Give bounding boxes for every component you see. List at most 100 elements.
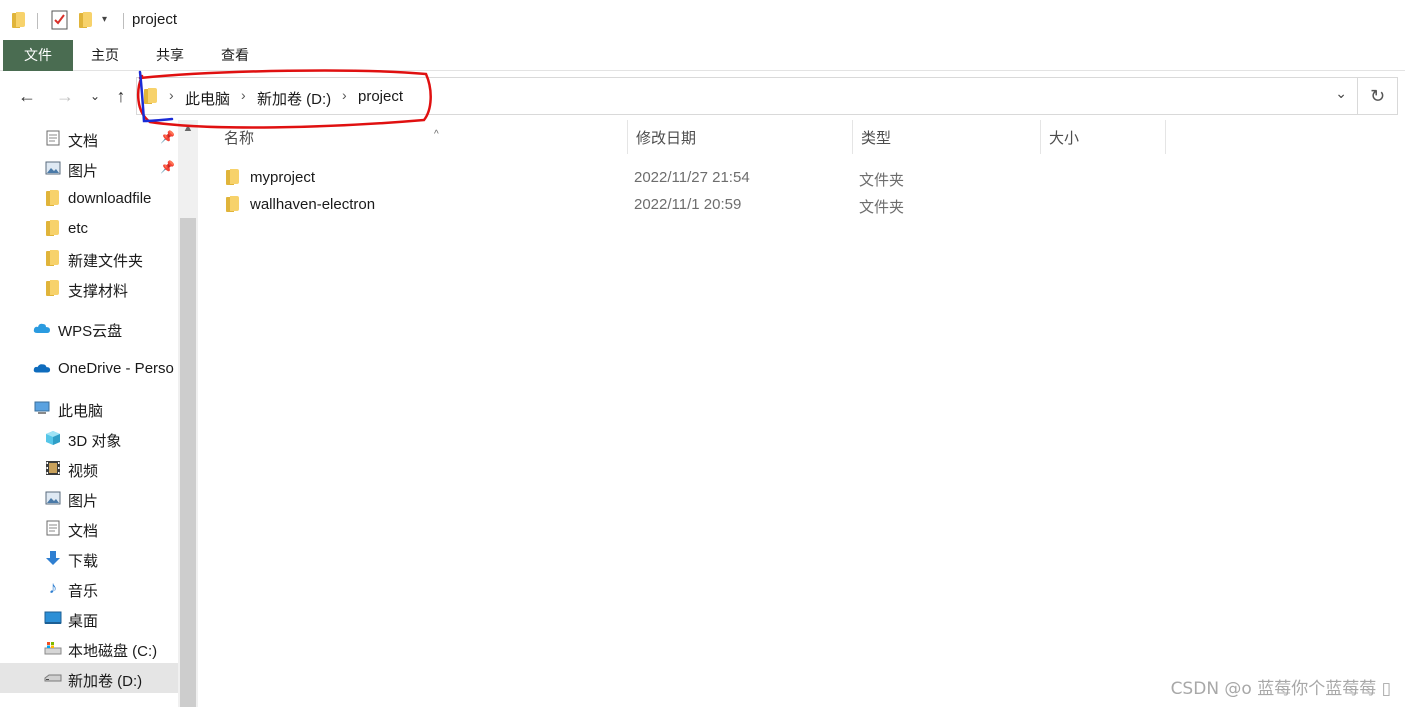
properties-checklist-icon[interactable]	[51, 10, 69, 33]
address-history-chevron-icon[interactable]: ⌄	[1335, 85, 1347, 102]
forward-arrow-icon[interactable]: →	[54, 86, 76, 106]
scroll-up-arrow-icon[interactable]: ▲	[178, 122, 198, 134]
sidebar-item-label: 新加卷 (D:)	[68, 673, 143, 690]
ribbon-tabs: 文件 主页 共享 查看	[0, 40, 1405, 71]
recent-locations-chevron-icon[interactable]: ⌄	[84, 86, 106, 106]
sidebar-item-pictures-pinned[interactable]: 图片 📌	[0, 153, 178, 183]
chevron-right-icon[interactable]: ›	[241, 87, 246, 103]
file-list-pane: 名称 ^ 修改日期 类型 大小 myproject 2022/11/27 21:…	[198, 120, 1405, 707]
column-label: 类型	[861, 130, 892, 147]
videos-icon	[44, 459, 62, 477]
sidebar-item-wps-cloud[interactable]: WPS云盘	[0, 313, 178, 343]
sidebar-item-label: 音乐	[68, 583, 99, 600]
local-disk-icon	[44, 639, 62, 657]
chevron-right-icon[interactable]: ›	[342, 87, 347, 103]
sidebar-item-etc[interactable]: etc	[0, 213, 178, 243]
column-header-name[interactable]: 名称 ^	[216, 120, 628, 154]
folder-icon	[226, 196, 240, 212]
folder-icon	[12, 12, 26, 28]
table-row[interactable]: wallhaven-electron 2022/11/1 20:59 文件夹	[220, 191, 1390, 218]
sidebar-item-this-pc[interactable]: 此电脑	[0, 393, 178, 423]
sidebar-item-music[interactable]: ♪ 音乐	[0, 573, 178, 603]
sidebar-item-label: 本地磁盘 (C:)	[68, 643, 158, 660]
sidebar-item-videos[interactable]: 视频	[0, 453, 178, 483]
sidebar-item-desktop[interactable]: 桌面	[0, 603, 178, 633]
file-name: myproject	[250, 169, 316, 186]
divider	[123, 13, 124, 29]
sidebar-item-downloads[interactable]: 下载	[0, 543, 178, 573]
breadcrumb-project[interactable]: project	[358, 88, 403, 105]
file-date-modified: 2022/11/1 20:59	[634, 196, 742, 213]
file-type: 文件夹	[859, 199, 905, 216]
column-header-size[interactable]: 大小	[1041, 120, 1166, 154]
sidebar-item-3d-objects[interactable]: 3D 对象	[0, 423, 178, 453]
sidebar-item-label: WPS云盘	[58, 323, 123, 340]
sidebar-item-label: 文档	[68, 523, 99, 540]
sidebar-item-label: 下载	[68, 553, 99, 570]
customize-dropdown-icon[interactable]: ▾	[102, 14, 107, 25]
table-row[interactable]: myproject 2022/11/27 21:54 文件夹	[220, 164, 1390, 191]
pictures-icon	[44, 489, 62, 507]
column-header-type[interactable]: 类型	[853, 120, 1041, 154]
tab-home[interactable]: 主页	[85, 40, 125, 71]
sidebar-item-label: 视频	[68, 463, 99, 480]
watermark: CSDN @o 蓝莓你个蓝莓莓 ▯	[1170, 679, 1391, 699]
folder-icon	[44, 219, 62, 237]
tab-share[interactable]: 共享	[150, 40, 190, 71]
column-label: 名称	[224, 130, 255, 147]
sidebar-item-documents-pinned[interactable]: 文档 📌	[0, 123, 178, 153]
sidebar-item-drive-d[interactable]: 新加卷 (D:)	[0, 663, 178, 693]
new-folder-icon[interactable]	[79, 12, 93, 28]
scrollbar-thumb[interactable]	[180, 218, 196, 707]
file-type: 文件夹	[859, 172, 905, 189]
folder-icon	[226, 169, 240, 185]
up-arrow-icon[interactable]: ↑	[110, 86, 132, 106]
sidebar-item-pictures[interactable]: 图片	[0, 483, 178, 513]
sidebar-item-label: OneDrive - Perso	[58, 360, 174, 377]
documents-icon	[44, 129, 62, 147]
drive-icon	[44, 669, 62, 687]
folder-icon	[44, 189, 62, 207]
file-name: wallhaven-electron	[250, 196, 376, 213]
pictures-icon	[44, 159, 62, 177]
address-bar[interactable]: › 此电脑 › 新加卷 (D:) › project ⌄	[136, 77, 1358, 115]
sidebar-item-label: 文档	[68, 133, 99, 150]
documents-icon	[44, 519, 62, 537]
tab-file[interactable]: 文件	[3, 40, 73, 71]
breadcrumb-this-pc[interactable]: 此电脑	[185, 88, 230, 109]
tab-view[interactable]: 查看	[215, 40, 255, 71]
sidebar-item-local-disk-c[interactable]: 本地磁盘 (C:)	[0, 633, 178, 663]
cloud-icon	[33, 319, 51, 337]
this-pc-icon	[33, 399, 51, 417]
title-bar: ▾ project	[0, 0, 1405, 40]
sidebar-item-label: 图片	[68, 163, 99, 180]
breadcrumb-drive-d[interactable]: 新加卷 (D:)	[257, 88, 331, 109]
sidebar-scrollbar[interactable]: ▲	[178, 120, 198, 707]
file-date-modified: 2022/11/27 21:54	[634, 169, 750, 186]
sidebar-item-documents[interactable]: 文档	[0, 513, 178, 543]
sort-ascending-icon: ^	[434, 129, 439, 140]
sidebar-item-label: 支撑材料	[68, 283, 129, 300]
desktop-icon	[44, 609, 62, 627]
folder-icon	[44, 249, 62, 267]
pin-icon: 📌	[160, 160, 175, 174]
sidebar-item-label: 3D 对象	[68, 433, 122, 450]
onedrive-icon	[33, 359, 51, 377]
column-label: 修改日期	[636, 130, 697, 147]
chevron-right-icon[interactable]: ›	[169, 87, 174, 103]
folder-icon	[144, 88, 158, 104]
column-label: 大小	[1049, 130, 1080, 147]
sidebar-item-label: 新建文件夹	[68, 253, 144, 270]
sidebar-item-onedrive[interactable]: OneDrive - Perso	[0, 353, 178, 383]
refresh-icon[interactable]: ↻	[1358, 77, 1398, 115]
sidebar-item-support-materials[interactable]: 支撑材料	[0, 273, 178, 303]
sidebar-item-label: downloadfile	[68, 190, 152, 207]
column-header-date-modified[interactable]: 修改日期	[628, 120, 853, 154]
sidebar-item-new-folder[interactable]: 新建文件夹	[0, 243, 178, 273]
folder-icon	[44, 279, 62, 297]
downloads-icon	[44, 549, 62, 567]
sidebar-item-downloadfile[interactable]: downloadfile	[0, 183, 178, 213]
sidebar-item-label: 此电脑	[58, 403, 104, 420]
back-arrow-icon[interactable]: ←	[16, 86, 38, 106]
3d-objects-icon	[44, 429, 62, 447]
